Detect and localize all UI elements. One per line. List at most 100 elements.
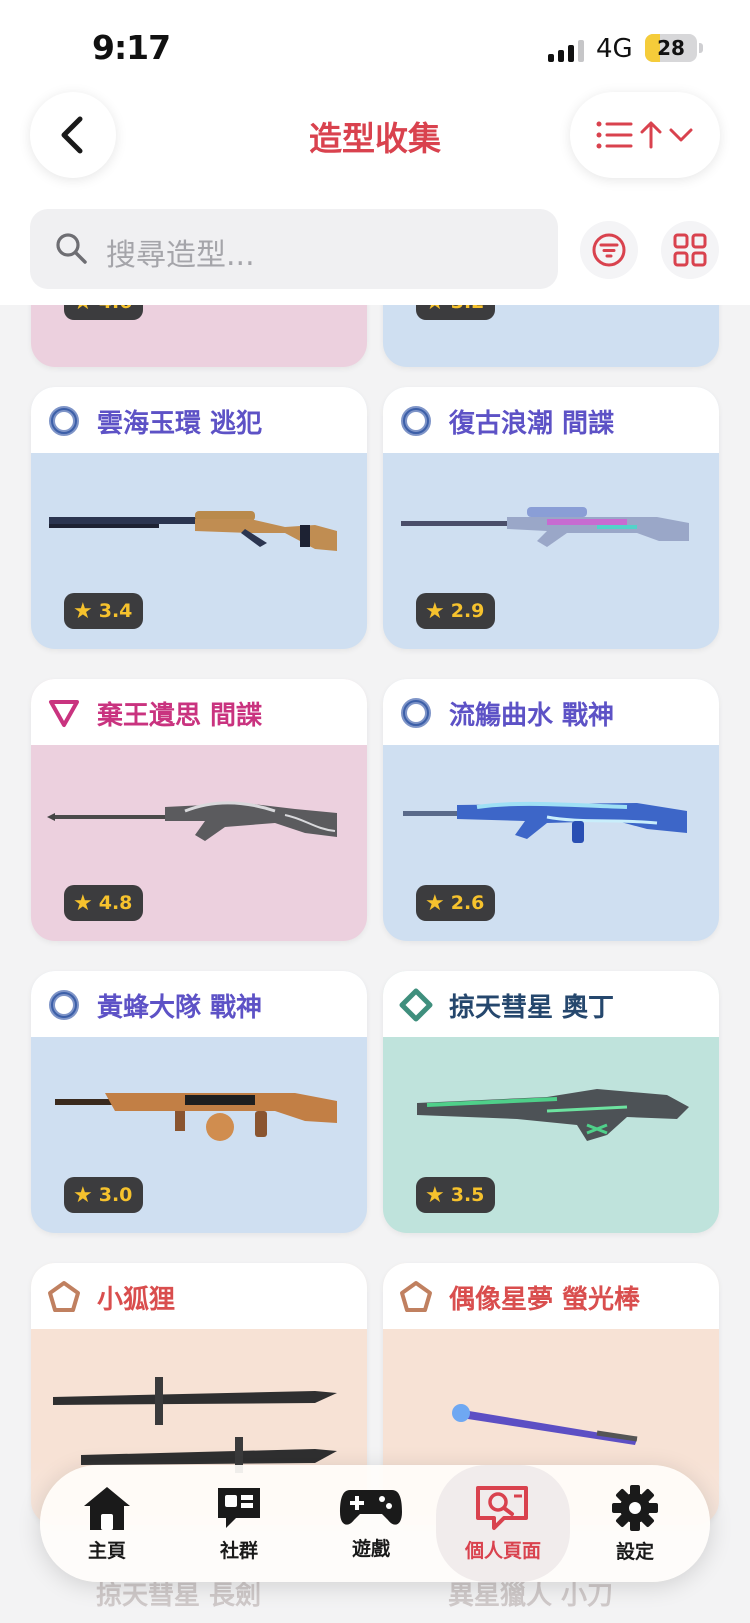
nav-label: 社群 (219, 1540, 258, 1562)
signal-icon (548, 40, 584, 62)
card-header: 棄王遺思 間諜 (31, 679, 367, 745)
rating-value: 3.5 (450, 1184, 485, 1206)
battery-level: 28 (657, 36, 685, 60)
home-icon (84, 1487, 130, 1530)
card-image-area: ★ 3.0 (31, 1037, 367, 1233)
card-header: 流觴曲水 戰神 (383, 679, 719, 745)
battery-tip (699, 43, 703, 53)
rating-badge: ★ 2.6 (416, 885, 496, 921)
nav-settings[interactable]: 設定 (568, 1465, 702, 1582)
nav-label: 遊戲 (351, 1538, 390, 1560)
card-image-area: ★ 2.6 (383, 745, 719, 941)
chat-icon (218, 1488, 260, 1528)
skin-card[interactable]: 流觴曲水 戰神 ★ 2.6 (383, 679, 719, 941)
profile-search-icon (476, 1486, 528, 1530)
skin-card[interactable]: 復古浪潮 間諜 ★ 2.9 (383, 387, 719, 649)
card-header: 偶像星夢 螢光棒 (383, 1263, 719, 1329)
tier-pentagon-icon (400, 1281, 432, 1312)
tier-circle-icon (49, 406, 79, 436)
sniper-rifle-icon (47, 801, 337, 841)
sniper-rifle-icon (49, 511, 337, 551)
gear-icon (612, 1485, 658, 1531)
grid-icon (673, 233, 707, 267)
status-bar: 9:17 4G 28 (0, 0, 750, 90)
status-time: 9:17 (92, 28, 171, 67)
machine-gun-icon (55, 1093, 337, 1141)
rating-badge: ★ 3.2 (416, 305, 496, 320)
skin-name: 雲海玉環 逃犯 (97, 409, 263, 439)
chevron-down-icon (669, 128, 693, 142)
card-image-area: ★ 3.4 (31, 453, 367, 649)
star-icon: ★ (425, 598, 445, 624)
skin-card-partial[interactable]: ★ 4.6 (31, 305, 367, 367)
nav-community[interactable]: 社群 (172, 1465, 306, 1582)
card-image-area: ★ 4.8 (31, 745, 367, 941)
knife-icon (53, 1377, 337, 1473)
gamepad-icon (340, 1490, 402, 1525)
card-header: 掠天彗星 奧丁 (383, 971, 719, 1037)
skin-card[interactable]: 黃蜂大隊 戰神 ★ 3.0 (31, 971, 367, 1233)
nav-home[interactable]: 主頁 (40, 1465, 174, 1582)
rating-value: 3.2 (451, 305, 485, 313)
rating-badge: ★ 4.6 (64, 305, 144, 320)
nav-games[interactable]: 遊戲 (304, 1465, 438, 1582)
skin-card-partial[interactable]: ★ 3.2 (383, 305, 719, 367)
nav-label: 個人頁面 (464, 1540, 541, 1562)
skin-name: 小狐狸 (97, 1285, 176, 1315)
rating-badge: ★ 3.4 (64, 593, 144, 629)
battery-icon: 28 (645, 34, 697, 62)
search-input[interactable]: 搜尋造型... (30, 209, 558, 289)
filter-button[interactable] (580, 221, 638, 279)
nav-profile[interactable]: 個人頁面 (436, 1465, 570, 1582)
rating-badge: ★ 4.8 (64, 885, 144, 921)
card-header: 復古浪潮 間諜 (383, 387, 719, 453)
skin-name: 偶像星夢 螢光棒 (449, 1285, 641, 1315)
tier-diamond-icon (399, 988, 433, 1022)
tier-pentagon-icon (48, 1281, 80, 1312)
bottom-nav: 主頁 社群 遊戲 個人頁面 設定 (40, 1465, 710, 1582)
tier-circle-icon (401, 698, 431, 728)
search-placeholder: 搜尋造型... (106, 238, 255, 273)
star-icon: ★ (73, 890, 93, 916)
glowstick-icon (452, 1404, 638, 1445)
skin-card[interactable]: 掠天彗星 奧丁 ★ 3.5 (383, 971, 719, 1233)
tier-triangle-icon (49, 700, 79, 727)
rating-value: 3.4 (98, 600, 133, 622)
tier-circle-icon (401, 406, 431, 436)
skin-name: 流觴曲水 戰神 (449, 701, 615, 731)
skin-name: 復古浪潮 間諜 (449, 409, 615, 439)
header: 造型收集 搜尋造型... (0, 90, 750, 305)
rating-badge: ★ 3.0 (64, 1177, 144, 1213)
rating-value: 4.6 (99, 305, 133, 313)
card-image-area: ★ 2.9 (383, 453, 719, 649)
skin-card[interactable]: 雲海玉環 逃犯 ★ 3.4 (31, 387, 367, 649)
card-header: 小狐狸 (31, 1263, 367, 1329)
skin-name: 掠天彗星 奧丁 (449, 993, 615, 1023)
star-icon: ★ (73, 1182, 93, 1208)
rating-value: 2.9 (450, 600, 485, 622)
network-type: 4G (596, 34, 633, 64)
skin-card[interactable]: 棄王遺思 間諜 ★ 4.8 (31, 679, 367, 941)
rating-value: 2.6 (450, 892, 485, 914)
rating-badge: ★ 3.5 (416, 1177, 496, 1213)
tier-circle-icon (49, 990, 79, 1020)
star-icon: ★ (425, 1182, 445, 1208)
arrow-up-icon (640, 121, 662, 149)
sort-button[interactable] (570, 92, 720, 178)
card-header: 雲海玉環 逃犯 (31, 387, 367, 453)
grid-view-button[interactable] (661, 221, 719, 279)
rifle-icon (403, 801, 687, 843)
filter-icon (592, 233, 626, 267)
rating-value: 4.8 (98, 892, 133, 914)
rating-value: 3.0 (98, 1184, 133, 1206)
nav-label: 設定 (615, 1541, 654, 1563)
search-icon (56, 233, 87, 264)
card-image-area: ★ 3.5 (383, 1037, 719, 1233)
star-icon: ★ (73, 598, 93, 624)
list-icon (596, 121, 633, 149)
rating-badge: ★ 2.9 (416, 593, 496, 629)
nav-label: 主頁 (87, 1540, 126, 1562)
skin-grid: ★4.6 ★3.2 雲海玉環 逃犯 ★3.4 復古浪潮 間諜 (0, 305, 750, 1623)
star-icon: ★ (73, 305, 93, 315)
star-icon: ★ (425, 305, 445, 315)
